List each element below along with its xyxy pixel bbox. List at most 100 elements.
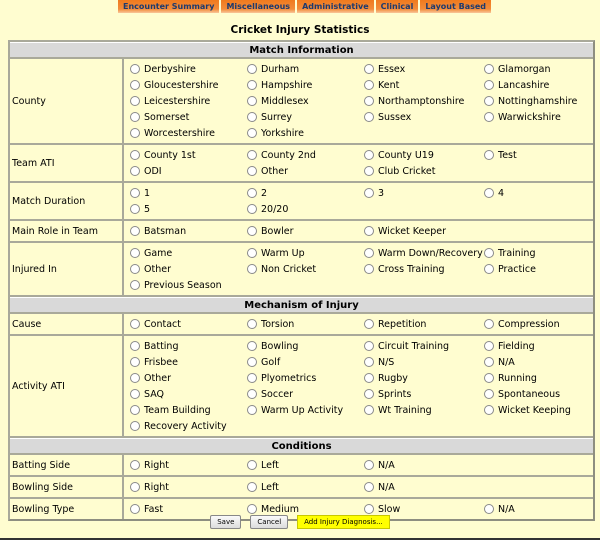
radio-option[interactable]: Frisbee — [130, 354, 247, 370]
radio-option[interactable]: Wt Training — [364, 402, 484, 418]
radio-option[interactable]: Durham — [247, 61, 364, 77]
radio-button-icon[interactable] — [364, 264, 374, 274]
radio-button-icon[interactable] — [364, 460, 374, 470]
radio-option[interactable]: Other — [130, 261, 247, 277]
radio-button-icon[interactable] — [130, 226, 140, 236]
radio-button-icon[interactable] — [130, 96, 140, 106]
tab-layout-based[interactable]: Layout Based — [420, 0, 492, 13]
radio-button-icon[interactable] — [247, 150, 257, 160]
save-button[interactable]: Save — [210, 515, 242, 529]
radio-button-icon[interactable] — [484, 373, 494, 383]
radio-button-icon[interactable] — [247, 204, 257, 214]
radio-option[interactable]: N/A — [364, 479, 484, 495]
radio-option[interactable]: Surrey — [247, 109, 364, 125]
radio-button-icon[interactable] — [130, 264, 140, 274]
radio-option[interactable]: Bowler — [247, 223, 364, 239]
radio-option[interactable]: Rugby — [364, 370, 484, 386]
radio-option[interactable]: 5 — [130, 201, 247, 217]
radio-button-icon[interactable] — [247, 341, 257, 351]
add-injury-diagnosis-button[interactable]: Add Injury Diagnosis... — [297, 515, 390, 529]
radio-button-icon[interactable] — [247, 357, 257, 367]
radio-button-icon[interactable] — [130, 421, 140, 431]
radio-option[interactable]: Somerset — [130, 109, 247, 125]
radio-button-icon[interactable] — [364, 64, 374, 74]
radio-option[interactable]: Torsion — [247, 316, 364, 332]
radio-option[interactable]: Sussex — [364, 109, 484, 125]
radio-option[interactable]: Contact — [130, 316, 247, 332]
radio-button-icon[interactable] — [130, 166, 140, 176]
radio-button-icon[interactable] — [130, 341, 140, 351]
radio-option[interactable]: Wicket Keeping — [484, 402, 593, 418]
radio-button-icon[interactable] — [364, 166, 374, 176]
radio-option[interactable]: N/S — [364, 354, 484, 370]
radio-option[interactable]: Repetition — [364, 316, 484, 332]
radio-button-icon[interactable] — [247, 405, 257, 415]
radio-button-icon[interactable] — [484, 80, 494, 90]
radio-option[interactable]: Left — [247, 457, 364, 473]
radio-option[interactable]: Recovery Activity — [130, 418, 247, 434]
radio-option[interactable]: Running — [484, 370, 593, 386]
radio-option[interactable]: Essex — [364, 61, 484, 77]
radio-button-icon[interactable] — [130, 504, 140, 514]
radio-button-icon[interactable] — [364, 248, 374, 258]
radio-button-icon[interactable] — [364, 319, 374, 329]
cancel-button[interactable]: Cancel — [250, 515, 289, 529]
radio-button-icon[interactable] — [364, 150, 374, 160]
radio-option[interactable]: Worcestershire — [130, 125, 247, 141]
radio-button-icon[interactable] — [247, 248, 257, 258]
radio-button-icon[interactable] — [247, 460, 257, 470]
radio-button-icon[interactable] — [364, 96, 374, 106]
radio-option[interactable]: Plyometrics — [247, 370, 364, 386]
radio-option[interactable]: Club Cricket — [364, 163, 484, 179]
radio-option[interactable]: Derbyshire — [130, 61, 247, 77]
radio-button-icon[interactable] — [247, 112, 257, 122]
radio-button-icon[interactable] — [484, 188, 494, 198]
radio-option[interactable]: Hampshire — [247, 77, 364, 93]
radio-option[interactable]: Wicket Keeper — [364, 223, 484, 239]
tab-administrative[interactable]: Administrative — [297, 0, 374, 13]
radio-button-icon[interactable] — [130, 319, 140, 329]
radio-option[interactable]: Middlesex — [247, 93, 364, 109]
radio-button-icon[interactable] — [364, 226, 374, 236]
radio-button-icon[interactable] — [130, 204, 140, 214]
radio-option[interactable]: Batsman — [130, 223, 247, 239]
radio-option[interactable]: Cross Training — [364, 261, 484, 277]
radio-option[interactable]: Lancashire — [484, 77, 593, 93]
radio-option[interactable]: N/A — [364, 457, 484, 473]
radio-option[interactable]: ODI — [130, 163, 247, 179]
radio-option[interactable]: Game — [130, 245, 247, 261]
radio-option[interactable]: Northamptonshire — [364, 93, 484, 109]
radio-option[interactable]: Right — [130, 479, 247, 495]
radio-button-icon[interactable] — [130, 373, 140, 383]
radio-button-icon[interactable] — [484, 112, 494, 122]
radio-option[interactable]: Sprints — [364, 386, 484, 402]
radio-option[interactable]: Training — [484, 245, 593, 261]
radio-option[interactable]: 20/20 — [247, 201, 364, 217]
radio-option[interactable]: Team Building — [130, 402, 247, 418]
radio-button-icon[interactable] — [247, 80, 257, 90]
radio-button-icon[interactable] — [484, 64, 494, 74]
radio-option[interactable]: Gloucestershire — [130, 77, 247, 93]
radio-option[interactable]: Bowling — [247, 338, 364, 354]
radio-option[interactable]: Warm Up Activity — [247, 402, 364, 418]
radio-button-icon[interactable] — [247, 504, 257, 514]
radio-option[interactable]: Yorkshire — [247, 125, 364, 141]
radio-option[interactable]: 4 — [484, 185, 593, 201]
radio-button-icon[interactable] — [247, 128, 257, 138]
radio-option[interactable]: Kent — [364, 77, 484, 93]
radio-option[interactable]: Practice — [484, 261, 593, 277]
radio-option[interactable]: Nottinghamshire — [484, 93, 593, 109]
radio-button-icon[interactable] — [130, 482, 140, 492]
radio-button-icon[interactable] — [484, 96, 494, 106]
radio-option[interactable]: Other — [130, 370, 247, 386]
radio-button-icon[interactable] — [364, 341, 374, 351]
radio-button-icon[interactable] — [364, 188, 374, 198]
radio-button-icon[interactable] — [130, 112, 140, 122]
radio-option[interactable]: N/A — [484, 354, 593, 370]
radio-button-icon[interactable] — [484, 341, 494, 351]
radio-button-icon[interactable] — [247, 64, 257, 74]
radio-option[interactable]: Golf — [247, 354, 364, 370]
radio-option[interactable]: Batting — [130, 338, 247, 354]
radio-option[interactable]: SAQ — [130, 386, 247, 402]
radio-option[interactable]: Soccer — [247, 386, 364, 402]
